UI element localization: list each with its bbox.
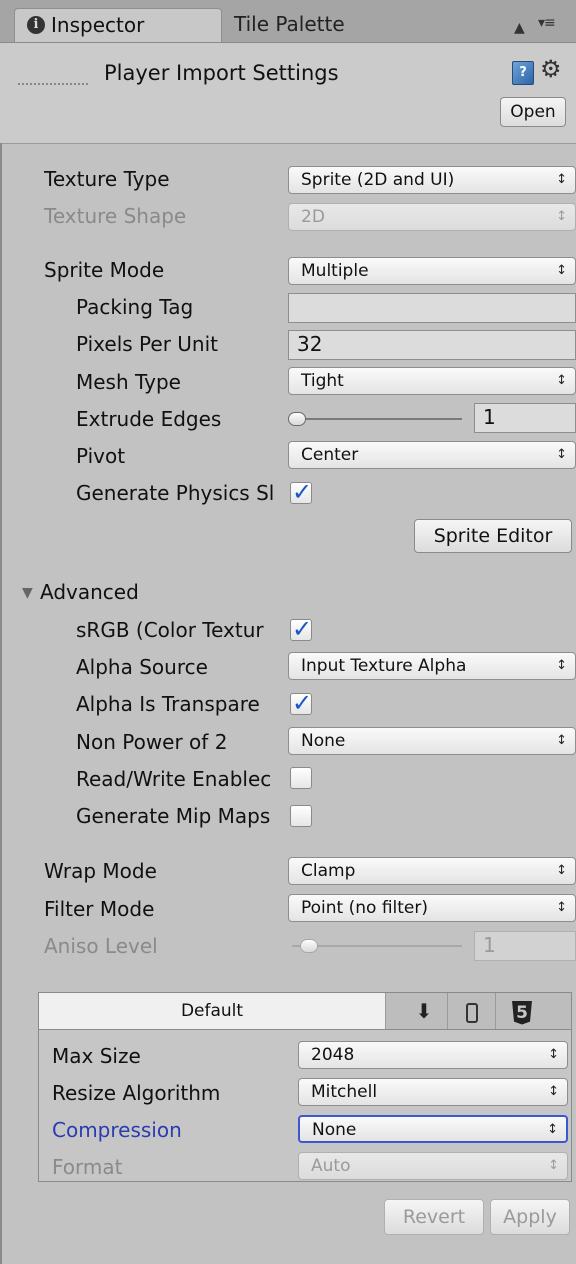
phone-icon[interactable] bbox=[449, 993, 496, 1029]
aniso-level-slider-thumb bbox=[300, 939, 318, 953]
non-power-of-2-label: Non Power of 2 bbox=[76, 730, 228, 754]
texture-type-label: Texture Type bbox=[44, 167, 170, 191]
platform-tabs: Default ⬇ 5 bbox=[38, 992, 572, 1030]
pivot-dropdown[interactable]: Center bbox=[288, 441, 576, 469]
srgb-checkbox[interactable]: ✓ bbox=[290, 615, 312, 643]
packing-tag-input[interactable] bbox=[288, 293, 576, 323]
tab-tile-palette[interactable]: Tile Palette bbox=[226, 8, 396, 42]
non-power-of-2-dropdown[interactable]: None bbox=[288, 727, 576, 755]
extrude-edges-slider-thumb[interactable] bbox=[288, 412, 306, 426]
sprite-editor-button[interactable]: Sprite Editor bbox=[414, 519, 572, 553]
extrude-edges-slider-track[interactable] bbox=[292, 418, 462, 420]
tab-bar: i Inspector Tile Palette ▲ ▾≡ bbox=[0, 0, 576, 43]
alpha-is-transparency-label: Alpha Is Transpare bbox=[76, 692, 260, 716]
extrude-edges-input[interactable]: 1 bbox=[474, 403, 576, 433]
left-border bbox=[0, 143, 2, 1264]
pivot-label: Pivot bbox=[76, 444, 126, 468]
download-icon[interactable]: ⬇ bbox=[401, 993, 448, 1029]
inspector-header: Player Import Settings ? ⚙ bbox=[0, 43, 576, 144]
texture-shape-dropdown: 2D bbox=[288, 203, 576, 231]
open-button[interactable]: Open bbox=[500, 97, 566, 127]
generate-physics-shape-label: Generate Physics Sl bbox=[76, 481, 275, 505]
compression-label: Compression bbox=[52, 1118, 182, 1142]
sprite-mode-label: Sprite Mode bbox=[44, 258, 165, 282]
info-icon: i bbox=[27, 15, 45, 34]
gear-icon[interactable]: ⚙ bbox=[540, 55, 562, 83]
tab-default-platform[interactable]: Default bbox=[39, 993, 386, 1029]
revert-button[interactable]: Revert bbox=[384, 1199, 484, 1235]
tab-inspector[interactable]: i Inspector bbox=[14, 8, 222, 42]
format-label: Format bbox=[52, 1155, 123, 1179]
phone-shape bbox=[466, 1002, 478, 1023]
tab-tile-palette-label: Tile Palette bbox=[234, 12, 345, 36]
wrap-mode-dropdown[interactable]: Clamp bbox=[288, 857, 576, 885]
apply-button[interactable]: Apply bbox=[490, 1199, 570, 1235]
advanced-foldout-label[interactable]: Advanced bbox=[40, 579, 139, 605]
generate-physics-shape-checkbox[interactable]: ✓ bbox=[290, 478, 312, 506]
filter-mode-dropdown[interactable]: Point (no filter) bbox=[288, 894, 576, 922]
checkmark-icon: ✓ bbox=[292, 689, 313, 717]
pixels-per-unit-input[interactable]: 32 bbox=[288, 330, 576, 360]
read-write-enabled-checkbox[interactable] bbox=[290, 767, 312, 789]
max-size-label: Max Size bbox=[52, 1044, 141, 1068]
texture-type-dropdown[interactable]: Sprite (2D and UI) bbox=[288, 166, 576, 194]
checkmark-icon: ✓ bbox=[292, 478, 313, 506]
generate-mip-maps-label: Generate Mip Maps bbox=[76, 804, 271, 828]
asset-thumbnail bbox=[18, 83, 88, 85]
srgb-label: sRGB (Color Textur bbox=[76, 618, 264, 642]
aniso-level-input: 1 bbox=[474, 931, 576, 961]
foldout-arrow-icon[interactable]: ▼ bbox=[22, 585, 33, 601]
compression-dropdown[interactable]: None bbox=[298, 1115, 568, 1143]
header-title: Player Import Settings bbox=[104, 61, 339, 85]
resize-algorithm-dropdown[interactable]: Mitchell bbox=[298, 1078, 568, 1106]
extrude-edges-label: Extrude Edges bbox=[76, 407, 222, 431]
resize-algorithm-label: Resize Algorithm bbox=[52, 1081, 221, 1105]
packing-tag-label: Packing Tag bbox=[76, 295, 194, 319]
html5-shape: 5 bbox=[512, 1000, 532, 1025]
sprite-mode-dropdown[interactable]: Multiple bbox=[288, 257, 576, 285]
menu-icon[interactable]: ▾≡ bbox=[538, 15, 556, 31]
alpha-source-dropdown[interactable]: Input Texture Alpha bbox=[288, 652, 576, 680]
checkmark-icon: ✓ bbox=[292, 615, 313, 643]
mesh-type-label: Mesh Type bbox=[76, 370, 181, 394]
help-book-icon[interactable]: ? bbox=[512, 61, 534, 85]
alpha-is-transparency-checkbox[interactable]: ✓ bbox=[290, 689, 312, 717]
filter-mode-label: Filter Mode bbox=[44, 897, 155, 921]
mesh-type-dropdown[interactable]: Tight bbox=[288, 367, 576, 395]
generate-mip-maps-checkbox[interactable] bbox=[290, 805, 312, 827]
wrap-mode-label: Wrap Mode bbox=[44, 859, 157, 883]
read-write-enabled-label: Read/Write Enablec bbox=[76, 767, 272, 791]
alpha-source-label: Alpha Source bbox=[76, 655, 208, 679]
max-size-dropdown[interactable]: 2048 bbox=[298, 1041, 568, 1069]
lock-icon[interactable]: ▲ bbox=[514, 20, 525, 36]
aniso-level-label: Aniso Level bbox=[44, 934, 158, 958]
pixels-per-unit-label: Pixels Per Unit bbox=[76, 332, 218, 356]
format-dropdown: Auto bbox=[298, 1152, 568, 1180]
texture-shape-label: Texture Shape bbox=[44, 204, 187, 228]
tab-inspector-label: Inspector bbox=[51, 13, 145, 37]
html5-icon[interactable]: 5 bbox=[499, 993, 545, 1029]
